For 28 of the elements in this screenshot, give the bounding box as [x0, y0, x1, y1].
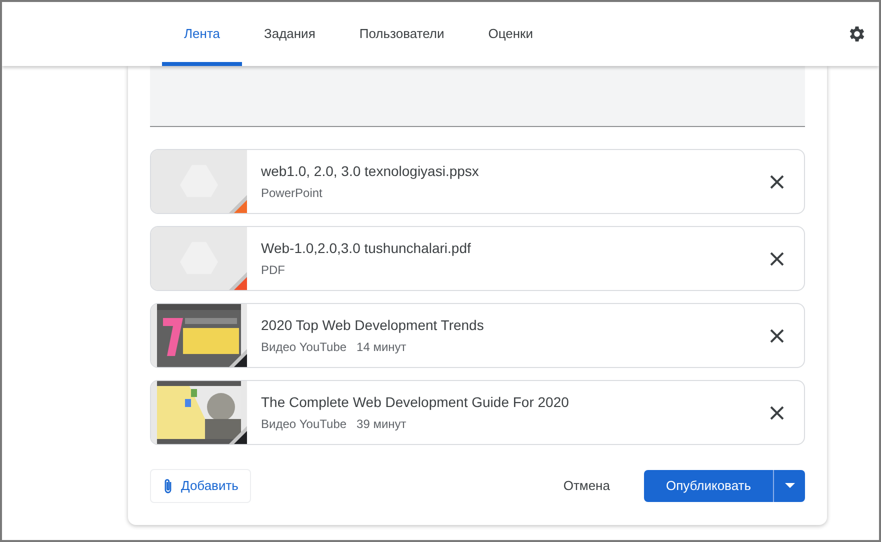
attachment-title: 2020 Top Web Development Trends — [261, 316, 485, 335]
tab[interactable]: Оценки — [466, 2, 556, 66]
attachment-card[interactable]: The Complete Web Development Guide For 2020 Видео YouTube 39 минут — [150, 380, 805, 445]
cancel-button[interactable]: Отмена — [557, 475, 616, 496]
attachment-title: The Complete Web Development Guide For 2020 — [261, 393, 570, 412]
attachment-meta: 39 минут — [356, 416, 406, 433]
attachment-card[interactable]: 2020 Top Web Development Trends Видео YouTube 14 минут — [150, 303, 805, 368]
attachment-meta: 14 минут — [356, 339, 406, 356]
attachment-title: Web-1.0,2.0,3.0 tushunchalari.pdf — [261, 239, 472, 258]
add-button[interactable]: Добавить — [150, 469, 252, 502]
tab[interactable]: Пользователи — [337, 2, 466, 66]
tab[interactable]: Задания — [242, 2, 338, 66]
attachment-meta: PowerPoint — [261, 185, 322, 202]
attachment-meta: PDF — [261, 262, 285, 279]
attachment-card[interactable]: web1.0, 2.0, 3.0 texnologiyasi.ppsx PowerPoint — [150, 149, 805, 214]
fold-corner-icon — [229, 349, 247, 367]
attachment-card[interactable]: Web-1.0,2.0,3.0 tushunchalari.pdf PDF — [150, 226, 805, 291]
fold-corner-icon — [229, 195, 247, 213]
attachment-meta: Видео YouTube — [261, 339, 347, 356]
paperclip-icon — [163, 478, 173, 494]
dropdown-button[interactable] — [773, 470, 805, 502]
attachment-meta: Видео YouTube — [261, 416, 347, 433]
caret-icon — [784, 482, 794, 489]
fold-corner-icon — [229, 272, 247, 290]
fold-corner-icon — [229, 426, 247, 444]
comment-field[interactable] — [150, 66, 805, 127]
attachment-title: web1.0, 2.0, 3.0 texnologiyasi.ppsx — [261, 162, 480, 181]
publish-button[interactable]: Опубликовать — [644, 470, 773, 502]
